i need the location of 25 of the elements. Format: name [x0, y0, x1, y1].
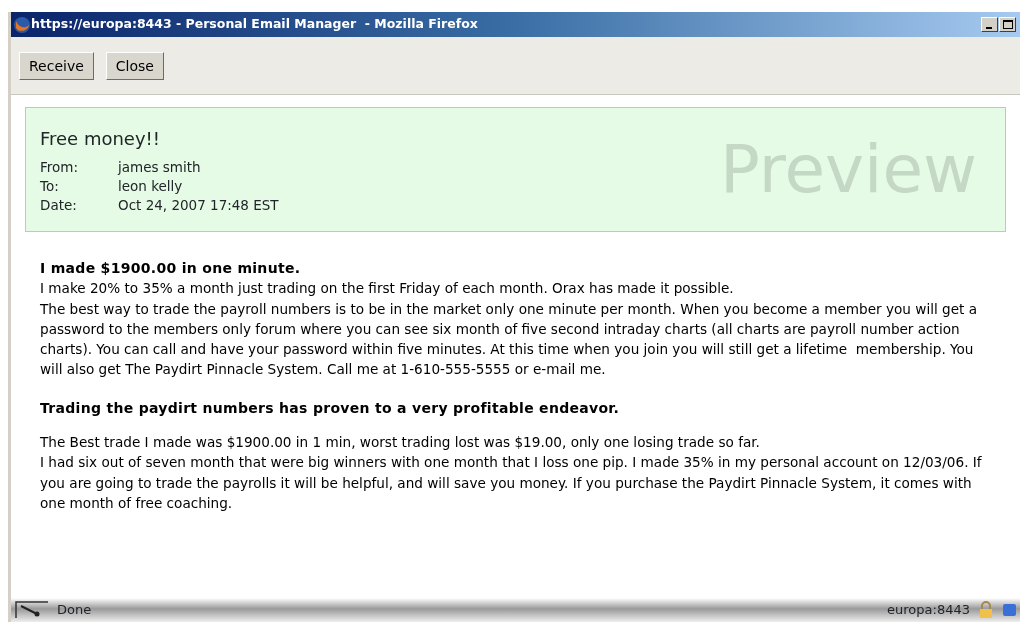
body-paragraph: The best way to trade the payroll numbers is to be in the market only one minute per month. When you become a member you will get a password to the members only forum where you can see six month of five second intraday charts (all charts are payroll number action charts). You can call and have your password within five minutes. At this time when you join you will still get a lifetime membership. You will also get The Paydirt Pinnacle System. Call me at 1-610-555-5555 or e-mail me.: [40, 299, 979, 380]
field-value: Oct 24, 2007 17:48 EST: [118, 195, 279, 215]
maximize-button[interactable]: [999, 17, 1016, 32]
body-heading: Trading the paydirt numbers has proven to a very profitable endeavor.: [40, 398, 621, 418]
body-paragraph: I make 20% to 35% a month just trading on the first Friday of each month. Orax has made it possible.: [40, 279, 735, 299]
field-value: james smith: [118, 157, 201, 177]
field-label: To:: [40, 176, 60, 196]
connection-icon: [15, 601, 49, 619]
field-label: From:: [40, 157, 79, 177]
minimize-button[interactable]: [981, 17, 998, 32]
body-heading: I made $1900.00 in one minute.: [40, 259, 302, 278]
lock-icon: [978, 601, 994, 619]
firefox-icon: [13, 15, 31, 34]
status-text: Done: [57, 601, 92, 620]
body-paragraph: I had six out of seven month that were big winners with one month that I loss one pip. I made 35% in my personal account on 12/03/06. If you are going to trade the payrolls it will be helpful, and will save you money. If you purchase the Paydirt Pinnacle System, it comes with one month of free coaching.: [40, 453, 983, 513]
body-paragraph: The Best trade I made was $1900.00 in 1 min, worst trading lost was $19.00, only one losing trade so far.: [40, 433, 761, 453]
host-text: europa:8443: [887, 601, 970, 620]
toolbar-button[interactable]: Receive: [19, 51, 94, 80]
field-label: Date:: [40, 195, 78, 215]
maximize-icon: [1000, 18, 1015, 31]
field-value: leon kelly: [118, 176, 183, 196]
minimize-icon: [986, 27, 992, 29]
toolbar-button[interactable]: Close: [105, 51, 164, 80]
window-title: https://europa:8443 - Personal Email Manager - Mozilla Firefox: [31, 15, 478, 34]
message-subject: Free money!!: [40, 126, 162, 151]
